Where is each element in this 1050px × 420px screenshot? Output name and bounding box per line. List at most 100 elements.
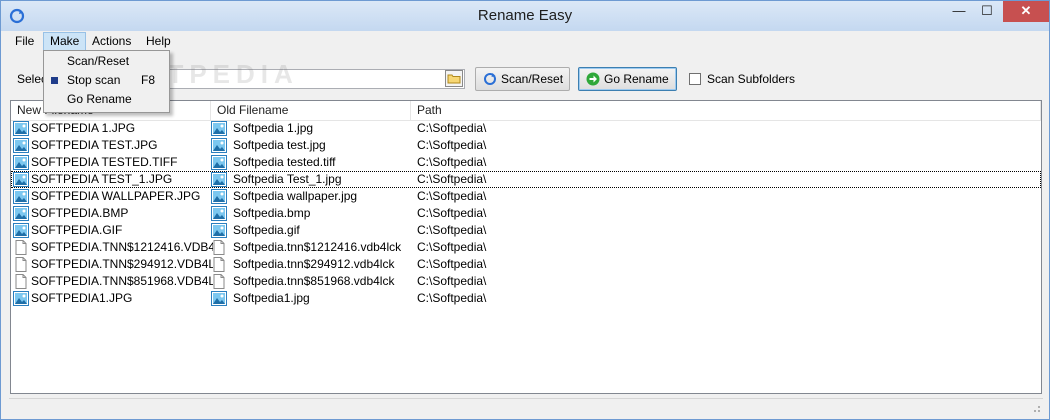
image-file-icon <box>13 223 29 238</box>
image-file-icon <box>211 121 227 136</box>
image-file-icon <box>13 291 29 306</box>
blank-file-icon <box>13 240 29 255</box>
path-cell: C:\Softpedia\ <box>417 138 487 152</box>
old-filename-cell: Softpedia 1.jpg <box>233 121 314 135</box>
image-file-icon <box>13 155 29 170</box>
file-list[interactable]: New Filename Old Filename Path SOFTPEDIA… <box>10 100 1042 394</box>
image-file-icon <box>13 189 29 204</box>
menu-go-rename[interactable]: Go Rename <box>44 90 169 109</box>
menu-go-rename-label: Go Rename <box>67 92 132 106</box>
menu-stop-scan[interactable]: Stop scan F8 <box>44 71 169 90</box>
path-cell: C:\Softpedia\ <box>417 172 487 186</box>
path-cell: C:\Softpedia\ <box>417 291 487 305</box>
image-file-icon <box>211 172 227 187</box>
file-row[interactable]: SOFTPEDIA WALLPAPER.JPG Softpedia wallpap… <box>11 188 1041 205</box>
file-row[interactable]: SOFTPEDIA.BMP Softpedia.bmp C:\Softpedia\ <box>11 205 1041 222</box>
image-file-icon <box>211 189 227 204</box>
scan-reset-button[interactable]: Scan/Reset <box>475 67 570 91</box>
old-filename-cell: Softpedia.gif <box>233 223 300 237</box>
old-filename-cell: Softpedia.tnn$294912.vdb4lck <box>233 257 395 271</box>
go-arrow-icon <box>586 72 600 86</box>
go-rename-label: Go Rename <box>604 72 669 86</box>
path-cell: C:\Softpedia\ <box>417 257 487 271</box>
new-filename-cell: SOFTPEDIA.TNN$851968.VDB4L... <box>31 274 213 288</box>
refresh-icon <box>484 73 496 85</box>
image-file-icon <box>211 155 227 170</box>
scan-reset-label: Scan/Reset <box>501 72 564 86</box>
title-bar: Rename Easy — ☐ ✕ <box>1 1 1049 31</box>
menu-help[interactable]: Help <box>140 32 177 51</box>
path-cell: C:\Softpedia\ <box>417 206 487 220</box>
file-row[interactable]: SOFTPEDIA.TNN$1212416.VDB4... Softpedia.t… <box>11 239 1041 256</box>
old-filename-cell: Softpedia Test_1.jpg <box>233 172 342 186</box>
path-cell: C:\Softpedia\ <box>417 155 487 169</box>
old-filename-cell: Softpedia.bmp <box>233 206 311 220</box>
new-filename-cell: SOFTPEDIA TESTED.TIFF <box>31 155 178 169</box>
blank-file-icon <box>211 257 227 272</box>
status-bar <box>9 398 1043 415</box>
file-row[interactable]: SOFTPEDIA TESTED.TIFF Softpedia tested.ti… <box>11 154 1041 171</box>
image-file-icon <box>211 206 227 221</box>
image-file-icon <box>211 223 227 238</box>
go-rename-button[interactable]: Go Rename <box>578 67 677 91</box>
file-row[interactable]: SOFTPEDIA TEST.JPG Softpedia test.jpg C:\S… <box>11 137 1041 154</box>
menu-scan-reset[interactable]: Scan/Reset <box>44 52 169 71</box>
make-menu-dropdown: Scan/Reset Stop scan F8 Go Rename <box>43 50 170 113</box>
path-cell: C:\Softpedia\ <box>417 240 487 254</box>
minimize-button[interactable]: — <box>945 1 973 22</box>
maximize-button[interactable]: ☐ <box>973 1 1001 22</box>
new-filename-cell: SOFTPEDIA.GIF <box>31 223 123 237</box>
new-filename-cell: SOFTPEDIA 1.JPG <box>31 121 136 135</box>
blank-file-icon <box>13 257 29 272</box>
new-filename-cell: SOFTPEDIA TEST.JPG <box>31 138 158 152</box>
file-row[interactable]: SOFTPEDIA.TNN$294912.VDB4L... Softpedia.t… <box>11 256 1041 273</box>
new-filename-cell: SOFTPEDIA.TNN$294912.VDB4L... <box>31 257 213 271</box>
path-cell: C:\Softpedia\ <box>417 274 487 288</box>
old-filename-cell: Softpedia.tnn$851968.vdb4lck <box>233 274 395 288</box>
scan-subfolders-checkbox[interactable] <box>689 73 701 85</box>
new-filename-cell: SOFTPEDIA.TNN$1212416.VDB4... <box>31 240 213 254</box>
image-file-icon <box>13 206 29 221</box>
menu-make[interactable]: Make <box>43 32 87 51</box>
file-row[interactable]: SOFTPEDIA.TNN$851968.VDB4L... Softpedia.t… <box>11 273 1041 290</box>
old-filename-cell: Softpedia1.jpg <box>233 291 310 305</box>
file-row[interactable]: SOFTPEDIA.GIF Softpedia.gif C:\Softpedia\ <box>11 222 1041 239</box>
image-file-icon <box>211 138 227 153</box>
path-cell: C:\Softpedia\ <box>417 223 487 237</box>
new-filename-cell: SOFTPEDIA.BMP <box>31 206 129 220</box>
menu-file[interactable]: File <box>9 32 40 51</box>
old-filename-cell: Softpedia tested.tiff <box>233 155 336 169</box>
old-filename-cell: Softpedia.tnn$1212416.vdb4lck <box>233 240 402 254</box>
new-filename-cell: SOFTPEDIA TEST_1.JPG <box>31 172 173 186</box>
menu-bar: File Make Actions Help <box>9 32 1043 52</box>
blank-file-icon <box>13 274 29 289</box>
image-file-icon <box>13 121 29 136</box>
menu-stop-scan-shortcut: F8 <box>141 73 156 87</box>
menu-scan-reset-label: Scan/Reset <box>67 54 130 68</box>
old-filename-cell: Softpedia wallpaper.jpg <box>233 189 358 203</box>
list-rows: SOFTPEDIA 1.JPG Softpedia 1.jpg C:\Softped… <box>11 120 1041 307</box>
menu-actions[interactable]: Actions <box>86 32 137 51</box>
image-file-icon <box>13 172 29 187</box>
close-button[interactable]: ✕ <box>1003 1 1049 22</box>
image-file-icon <box>13 138 29 153</box>
window-title: Rename Easy <box>477 7 573 24</box>
file-row[interactable]: SOFTPEDIA 1.JPG Softpedia 1.jpg C:\Softped… <box>11 120 1041 137</box>
blank-file-icon <box>211 240 227 255</box>
path-cell: C:\Softpedia\ <box>417 121 487 135</box>
path-cell: C:\Softpedia\ <box>417 189 487 203</box>
new-filename-cell: SOFTPEDIA WALLPAPER.JPG <box>31 189 201 203</box>
image-file-icon <box>211 291 227 306</box>
blank-file-icon <box>211 274 227 289</box>
resize-grip-icon[interactable] <box>1029 401 1041 413</box>
browse-folder-icon[interactable] <box>445 70 463 87</box>
stop-bullet-icon <box>51 77 58 84</box>
file-row[interactable]: SOFTPEDIA TEST_1.JPG Softpedia Test_1.jpg… <box>11 171 1041 188</box>
old-filename-cell: Softpedia test.jpg <box>233 138 326 152</box>
new-filename-cell: SOFTPEDIA1.JPG <box>31 291 133 305</box>
column-old-filename[interactable]: Old Filename <box>211 101 411 120</box>
column-path[interactable]: Path <box>411 101 1041 120</box>
file-row[interactable]: SOFTPEDIA1.JPG Softpedia1.jpg C:\Softpedia… <box>11 290 1041 307</box>
menu-stop-scan-label: Stop scan <box>67 73 121 87</box>
scan-subfolders-label: Scan Subfolders <box>707 72 796 86</box>
